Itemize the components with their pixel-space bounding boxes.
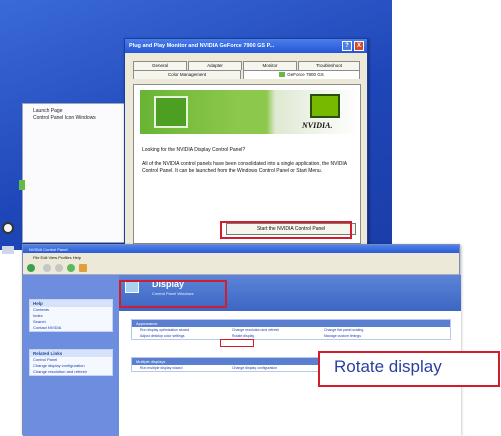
menu-bar[interactable]: File Edit View Profiles Help (23, 253, 459, 261)
tab-general[interactable]: General (133, 61, 187, 70)
close-button[interactable]: X (354, 41, 364, 51)
task-link[interactable]: Manage custom timings (324, 333, 416, 339)
appearance-section: Appearance Run display optimization wiza… (131, 319, 451, 340)
nvidia-brand-text: NVIDIA. (302, 121, 333, 130)
help-link[interactable]: Contact NVIDIA (30, 325, 112, 331)
desktop-icon[interactable] (2, 246, 14, 254)
panel-question: Looking for the NVIDIA Display Control P… (142, 147, 246, 153)
nvidia-tray-icon[interactable] (19, 180, 25, 190)
nvidia-eye-logo (154, 96, 188, 128)
back-icon[interactable] (27, 264, 35, 272)
context-menu: Launch Page Control Panel Icon Windows (19, 103, 132, 243)
appearance-heading: Appearance (132, 320, 450, 327)
tab-monitor[interactable]: Monitor (243, 61, 297, 70)
tab-geforce[interactable]: GeForce 7900 GS (243, 70, 360, 79)
related-links-heading: Related Links (30, 350, 112, 357)
geforce-panel: NVIDIA. Looking for the NVIDIA Display C… (133, 84, 361, 244)
dialog-title: Plug and Play Monitor and NVIDIA GeForce… (129, 43, 275, 49)
panel-description: All of the NVIDIA control panels have be… (142, 161, 347, 174)
tab-color-management[interactable]: Color Management (133, 70, 241, 79)
help-heading: Help (30, 300, 112, 307)
left-task-pane: Help Contents Index Search Contact NVIDI… (23, 275, 119, 436)
tab-adapter[interactable]: Adapter (188, 61, 242, 70)
up-icon[interactable] (55, 264, 63, 272)
help-button[interactable]: ? (342, 41, 352, 51)
nvidia-banner: NVIDIA. (140, 90, 358, 134)
toolbar (23, 261, 459, 275)
home-icon[interactable] (67, 264, 75, 272)
nvidia-logo-icon (310, 94, 340, 118)
task-link[interactable]: Change display configuration (232, 365, 324, 371)
window-title[interactable]: NVIDIA Control Panel (23, 245, 459, 253)
tab-troubleshoot[interactable]: Troubleshoot (298, 61, 360, 70)
menu-item-control-panel-windows[interactable]: Control Panel Icon Windows (23, 115, 131, 122)
related-links-box: Related Links Control Panel Change displ… (29, 349, 113, 376)
task-row: Adjust desktop color settings Rotate disp… (132, 333, 450, 339)
highlight-start-button (220, 221, 352, 239)
highlight-display-header (119, 280, 227, 308)
tab-geforce-label: GeForce 7900 GS (287, 72, 324, 77)
help-box: Help Contents Index Search Contact NVIDI… (29, 299, 113, 332)
related-link[interactable]: Change resolution and refresh (30, 369, 112, 375)
highlight-rotate-link (220, 339, 254, 347)
task-link[interactable]: Run multiple display wizard (140, 365, 232, 371)
folder-icon[interactable] (79, 264, 87, 272)
menu-item-launch-page[interactable]: Launch Page (23, 108, 131, 115)
dialog-title-bar[interactable]: Plug and Play Monitor and NVIDIA GeForce… (125, 39, 367, 53)
task-link[interactable]: Adjust desktop color settings (140, 333, 232, 339)
desktop-icon[interactable] (2, 222, 14, 234)
nvidia-icon (279, 72, 286, 78)
forward-icon[interactable] (43, 264, 51, 272)
rotate-display-callout: Rotate display (318, 351, 500, 387)
